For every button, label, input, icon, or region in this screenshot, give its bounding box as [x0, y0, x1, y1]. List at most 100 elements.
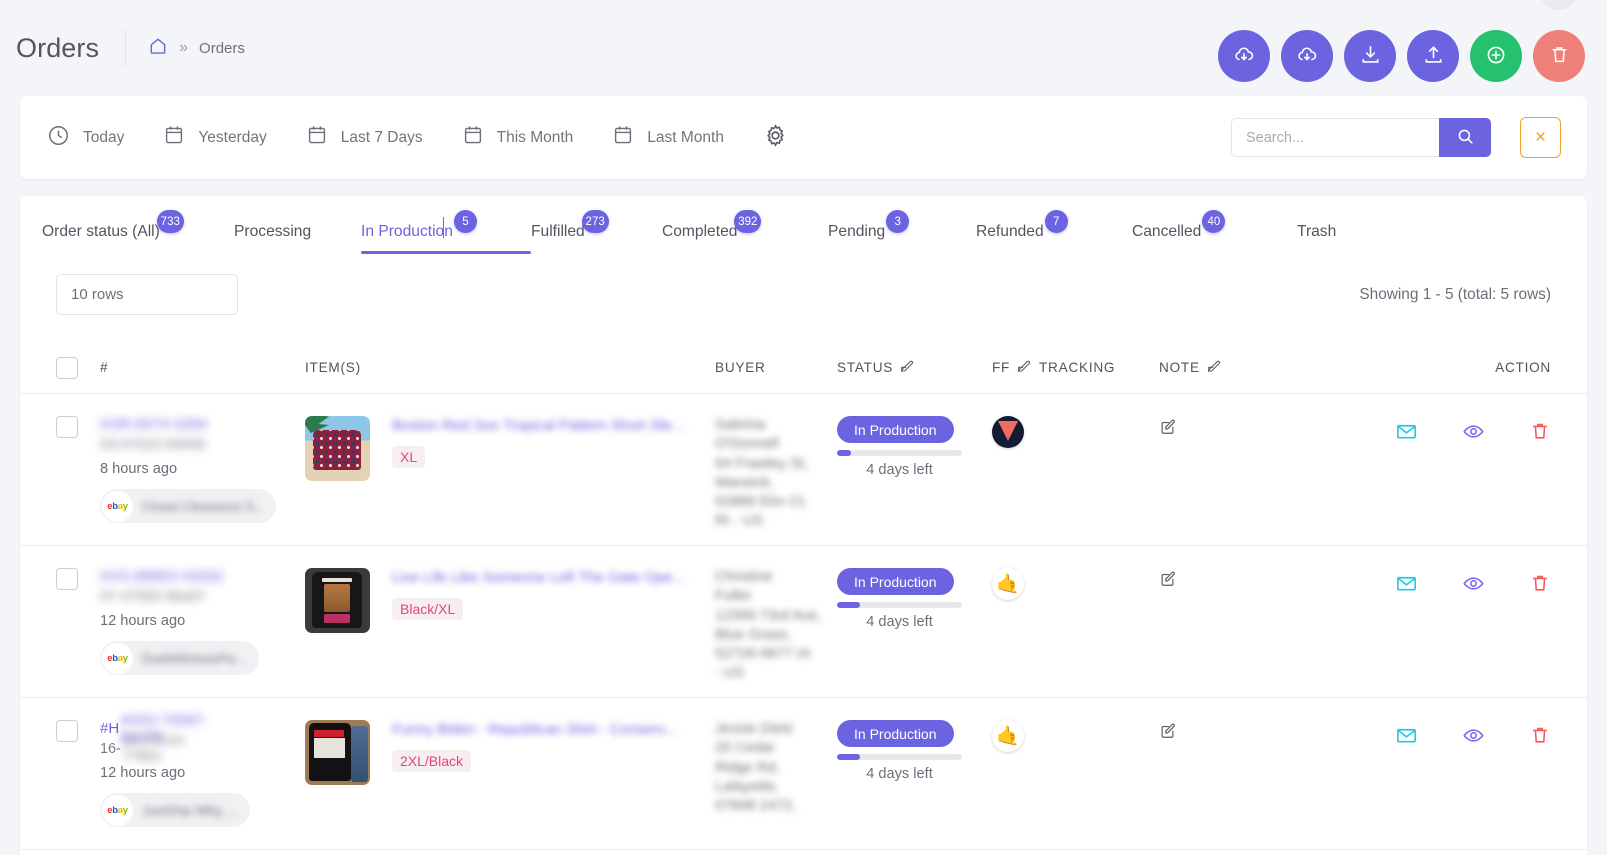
rows-per-page-select[interactable]: 10 rows — [56, 274, 238, 315]
header-number[interactable]: # — [100, 360, 305, 375]
gear-icon — [762, 122, 789, 154]
tab-refunded[interactable]: Refunded 7 — [976, 210, 1132, 254]
breadcrumb: » Orders — [148, 36, 245, 61]
status-badge: 7 — [1044, 210, 1068, 233]
header-note[interactable]: NOTE — [1159, 358, 1364, 377]
header-items[interactable]: ITEM(S) — [305, 360, 715, 375]
tab-trash[interactable]: Trash — [1297, 223, 1336, 254]
tab-processing[interactable]: Processing — [234, 223, 361, 254]
fulfillment-provider-avatar[interactable]: 🤙 — [992, 568, 1024, 600]
home-icon[interactable] — [148, 36, 168, 61]
product-title-link[interactable]: Live Life Like Someone Left The Gate Ope… — [392, 570, 685, 588]
note-edit-icon[interactable] — [1159, 417, 1178, 436]
upload-button[interactable] — [1407, 30, 1459, 82]
status-badge: 733 — [156, 210, 184, 233]
breadcrumb-current[interactable]: Orders — [199, 40, 245, 57]
tab-pending[interactable]: Pending 3 — [828, 210, 976, 254]
date-filter-last-7-days[interactable]: Last 7 Days — [305, 123, 423, 152]
calendar-icon — [611, 123, 635, 152]
sales-channel-pill[interactable]: ebay Closet Clearance S... — [100, 489, 276, 523]
order-id-link[interactable]: #OR-8474-3284 — [100, 416, 305, 433]
tab-label: Cancelled — [1132, 223, 1202, 240]
date-filter-yesterday[interactable]: Yesterday — [162, 123, 267, 152]
buyer-cell: Christine Fuller 12399 73rd Ave, Blue Gr… — [715, 568, 837, 697]
row-checkbox[interactable] — [56, 720, 78, 742]
email-action-icon[interactable] — [1395, 572, 1418, 697]
table-row[interactable]: #VO-88903-43292 07-47555-9ba07 12 hours … — [20, 546, 1587, 698]
delete-action-icon[interactable] — [1529, 572, 1551, 697]
view-action-icon[interactable] — [1462, 420, 1485, 545]
status-badge[interactable]: In Production — [837, 416, 954, 443]
status-badge[interactable]: In Production — [837, 568, 954, 595]
header-tracking[interactable]: TRACKING — [1039, 360, 1159, 375]
days-left-label: 4 days left — [866, 462, 933, 478]
tab-completed[interactable]: Completed 392 — [662, 210, 828, 254]
header-status-label: STATUS — [837, 360, 894, 375]
tab-in-production[interactable]: In Production 5 — [361, 210, 531, 254]
add-order-button[interactable] — [1470, 30, 1522, 82]
buyer-address: Jessie Dietz 20 Cedar Ridge Rd, Lafayett… — [715, 720, 827, 816]
close-icon: × — [1534, 127, 1547, 148]
tab-fulfilled[interactable]: Fulfilled 273 — [531, 210, 662, 254]
title-divider — [125, 29, 127, 67]
email-action-icon[interactable] — [1395, 724, 1418, 849]
date-filter-today[interactable]: Today — [46, 123, 124, 153]
table-row[interactable]: #OR-8474-3284 03-07015-56456 8 hours ago… — [20, 394, 1587, 546]
fulfillment-provider-avatar[interactable] — [992, 416, 1024, 448]
product-thumbnail[interactable] — [305, 568, 370, 633]
note-edit-icon[interactable] — [1159, 569, 1178, 588]
production-progress-bar — [837, 450, 962, 456]
order-time-ago: 12 hours ago — [100, 613, 186, 629]
date-filter-last-month[interactable]: Last Month — [611, 123, 724, 152]
view-action-icon[interactable] — [1462, 724, 1485, 849]
filter-settings-button[interactable] — [762, 122, 789, 154]
date-filter-label: Last 7 Days — [340, 128, 423, 146]
delete-action-icon[interactable] — [1529, 724, 1551, 849]
select-all-checkbox[interactable] — [56, 356, 78, 379]
view-action-icon[interactable] — [1462, 572, 1485, 697]
header-status[interactable]: STATUS — [837, 358, 992, 377]
product-title-link[interactable]: Funny Biden - Republican Shirt - Conserv… — [392, 722, 676, 740]
table-row[interactable]: #H #H02-70587-92476 16- 16-07014-77801 1… — [20, 698, 1587, 850]
production-progress-bar — [837, 602, 962, 608]
edit-icon[interactable] — [1016, 358, 1032, 377]
tab-cancelled[interactable]: Cancelled 40 — [1132, 210, 1297, 254]
edit-icon[interactable] — [899, 358, 915, 377]
tab-label: In Production — [361, 223, 453, 240]
note-edit-icon[interactable] — [1159, 721, 1178, 740]
row-checkbox[interactable] — [56, 416, 78, 438]
tab-label: Trash — [1297, 223, 1337, 240]
clear-filters-button[interactable]: × — [1520, 117, 1561, 158]
sales-channel-pill[interactable]: ebay DudWithAutoPa... — [100, 641, 260, 675]
search-input[interactable] — [1231, 118, 1439, 157]
header-buyer[interactable]: BUYER — [715, 360, 837, 375]
search-submit-button[interactable] — [1439, 118, 1491, 157]
delete-button[interactable] — [1533, 30, 1585, 82]
order-id-link[interactable]: #VO-88903-43292 — [100, 568, 305, 585]
edit-icon[interactable] — [1206, 358, 1222, 377]
order-reference: 16- 16-07014-77801 — [100, 733, 305, 765]
date-range-filters: Today Yesterday Last 7 Days This Month L… — [46, 122, 789, 154]
download-button[interactable] — [1344, 30, 1396, 82]
top-bar: Orders » Orders — [0, 0, 1607, 96]
download-icon — [1359, 43, 1382, 69]
calendar-icon — [305, 123, 329, 152]
email-action-icon[interactable] — [1395, 420, 1418, 545]
order-number-cell: #H #H02-70587-92476 16- 16-07014-77801 1… — [100, 712, 305, 849]
order-time-ago: 8 hours ago — [100, 461, 178, 477]
status-badge[interactable]: In Production — [837, 720, 954, 747]
product-thumbnail[interactable] — [305, 720, 370, 785]
delete-action-icon[interactable] — [1529, 420, 1551, 545]
sales-channel-pill[interactable]: ebay JustShip Mfrg ... — [100, 793, 250, 827]
tab-order-status-all[interactable]: Order status (All) 733 — [42, 210, 234, 254]
row-checkbox[interactable] — [56, 568, 78, 590]
fulfillment-provider-avatar[interactable]: 🤙 — [992, 720, 1024, 752]
cloud-download-button-2[interactable] — [1281, 30, 1333, 82]
cloud-download-button-1[interactable] — [1218, 30, 1270, 82]
header-ff[interactable]: FF — [992, 358, 1039, 377]
product-title-link[interactable]: Boston Red Sox Tropical Pattern Short Sl… — [392, 418, 684, 436]
tracking-cell — [1039, 720, 1159, 849]
product-thumbnail[interactable] — [305, 416, 370, 481]
date-filter-this-month[interactable]: This Month — [461, 123, 573, 152]
tracking-cell — [1039, 416, 1159, 545]
